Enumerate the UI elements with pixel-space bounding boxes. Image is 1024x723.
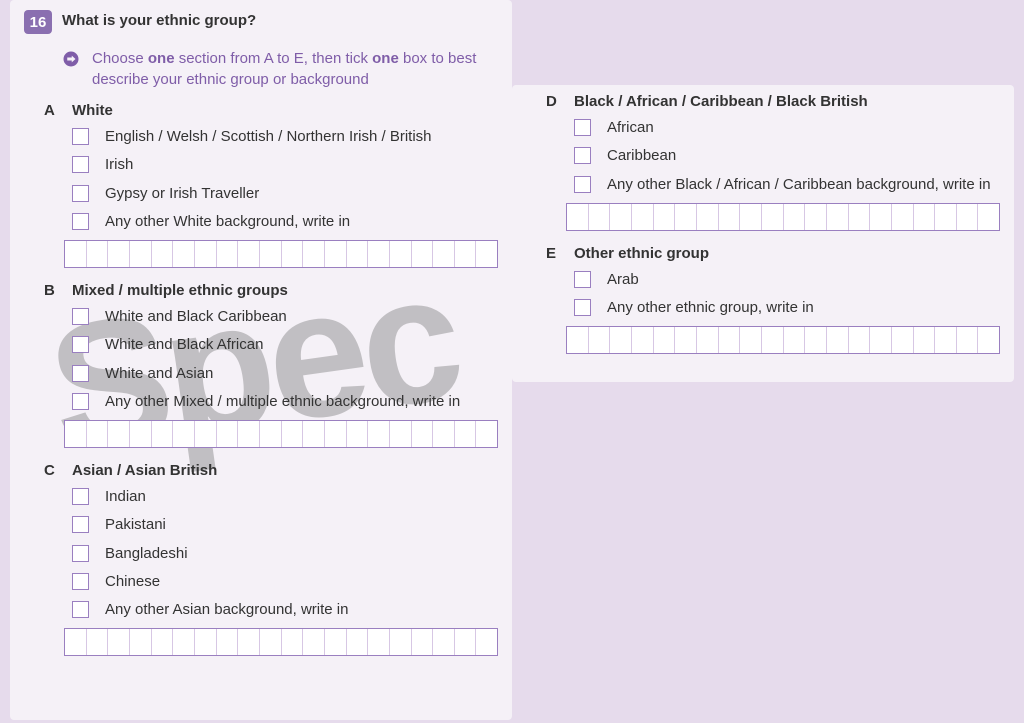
- question-instruction: Choose one section from A to E, then tic…: [62, 48, 498, 90]
- checkbox[interactable]: [72, 185, 89, 202]
- option-label: Arab: [607, 270, 639, 290]
- section-d: D Black / African / Caribbean / Black Br…: [526, 93, 1000, 231]
- section-d-heading: D Black / African / Caribbean / Black Br…: [546, 93, 1000, 110]
- option-row: Any other Black / African / Caribbean ba…: [574, 175, 1000, 195]
- question-title: What is your ethnic group?: [62, 10, 256, 29]
- checkbox[interactable]: [574, 119, 591, 136]
- option-row: Irish: [72, 155, 498, 175]
- option-row: Arab: [574, 270, 1000, 290]
- option-row: English / Welsh / Scottish / Northern Ir…: [72, 127, 498, 147]
- option-label: Indian: [105, 487, 146, 507]
- section-b: B Mixed / multiple ethnic groups White a…: [24, 282, 498, 448]
- option-row: Gypsy or Irish Traveller: [72, 184, 498, 204]
- checkbox[interactable]: [72, 601, 89, 618]
- instruction-text: Choose one section from A to E, then tic…: [92, 48, 492, 90]
- section-e-letter: E: [546, 245, 562, 262]
- section-b-heading: B Mixed / multiple ethnic groups: [44, 282, 498, 299]
- option-label: Caribbean: [607, 146, 676, 166]
- option-row: African: [574, 118, 1000, 138]
- checkbox[interactable]: [72, 365, 89, 382]
- option-row: Any other ethnic group, write in: [574, 298, 1000, 318]
- checkbox[interactable]: [72, 308, 89, 325]
- write-in-field-a[interactable]: [64, 240, 498, 268]
- section-c-title: Asian / Asian British: [72, 462, 217, 479]
- section-b-title: Mixed / multiple ethnic groups: [72, 282, 288, 299]
- question-header: 16 What is your ethnic group?: [24, 10, 498, 34]
- left-column: Spec 16 What is your ethnic group? Choos…: [10, 0, 512, 720]
- checkbox[interactable]: [574, 271, 591, 288]
- option-label: African: [607, 118, 654, 138]
- arrow-right-icon: [62, 50, 80, 68]
- section-e-title: Other ethnic group: [574, 245, 709, 262]
- checkbox[interactable]: [72, 573, 89, 590]
- option-row: Caribbean: [574, 146, 1000, 166]
- option-label: Bangladeshi: [105, 544, 188, 564]
- section-a: A White English / Welsh / Scottish / Nor…: [24, 102, 498, 268]
- checkbox[interactable]: [72, 336, 89, 353]
- checkbox[interactable]: [72, 516, 89, 533]
- option-row: Indian: [72, 487, 498, 507]
- section-e-heading: E Other ethnic group: [546, 245, 1000, 262]
- write-in-field-e[interactable]: [566, 326, 1000, 354]
- write-in-field-b[interactable]: [64, 420, 498, 448]
- option-label: White and Asian: [105, 364, 213, 384]
- right-column: D Black / African / Caribbean / Black Br…: [512, 85, 1014, 382]
- checkbox[interactable]: [72, 393, 89, 410]
- section-c: C Asian / Asian British Indian Pakistani…: [24, 462, 498, 656]
- option-row: Any other Asian background, write in: [72, 600, 498, 620]
- section-c-letter: C: [44, 462, 60, 479]
- section-d-letter: D: [546, 93, 562, 110]
- option-label: Any other ethnic group, write in: [607, 298, 814, 318]
- option-label: Pakistani: [105, 515, 166, 535]
- section-e: E Other ethnic group Arab Any other ethn…: [526, 245, 1000, 355]
- write-in-field-d[interactable]: [566, 203, 1000, 231]
- section-a-title: White: [72, 102, 113, 119]
- checkbox[interactable]: [574, 147, 591, 164]
- option-label: Any other Asian background, write in: [105, 600, 348, 620]
- option-label: Any other White background, write in: [105, 212, 350, 232]
- option-label: Chinese: [105, 572, 160, 592]
- checkbox[interactable]: [72, 545, 89, 562]
- checkbox[interactable]: [574, 299, 591, 316]
- option-row: Any other Mixed / multiple ethnic backgr…: [72, 392, 498, 412]
- section-d-title: Black / African / Caribbean / Black Brit…: [574, 93, 868, 110]
- checkbox[interactable]: [574, 176, 591, 193]
- option-label: English / Welsh / Scottish / Northern Ir…: [105, 127, 432, 147]
- checkbox[interactable]: [72, 128, 89, 145]
- option-row: Pakistani: [72, 515, 498, 535]
- question-number-badge: 16: [24, 10, 52, 34]
- checkbox[interactable]: [72, 156, 89, 173]
- section-a-letter: A: [44, 102, 60, 119]
- option-row: White and Black African: [72, 335, 498, 355]
- option-label: White and Black African: [105, 335, 263, 355]
- option-label: Any other Black / African / Caribbean ba…: [607, 175, 991, 195]
- option-row: White and Black Caribbean: [72, 307, 498, 327]
- option-label: Irish: [105, 155, 133, 175]
- option-row: Chinese: [72, 572, 498, 592]
- option-label: Any other Mixed / multiple ethnic backgr…: [105, 392, 460, 412]
- section-a-heading: A White: [44, 102, 498, 119]
- checkbox[interactable]: [72, 488, 89, 505]
- option-row: Any other White background, write in: [72, 212, 498, 232]
- option-label: White and Black Caribbean: [105, 307, 287, 327]
- option-row: Bangladeshi: [72, 544, 498, 564]
- section-b-letter: B: [44, 282, 60, 299]
- option-row: White and Asian: [72, 364, 498, 384]
- checkbox[interactable]: [72, 213, 89, 230]
- option-label: Gypsy or Irish Traveller: [105, 184, 259, 204]
- section-c-heading: C Asian / Asian British: [44, 462, 498, 479]
- write-in-field-c[interactable]: [64, 628, 498, 656]
